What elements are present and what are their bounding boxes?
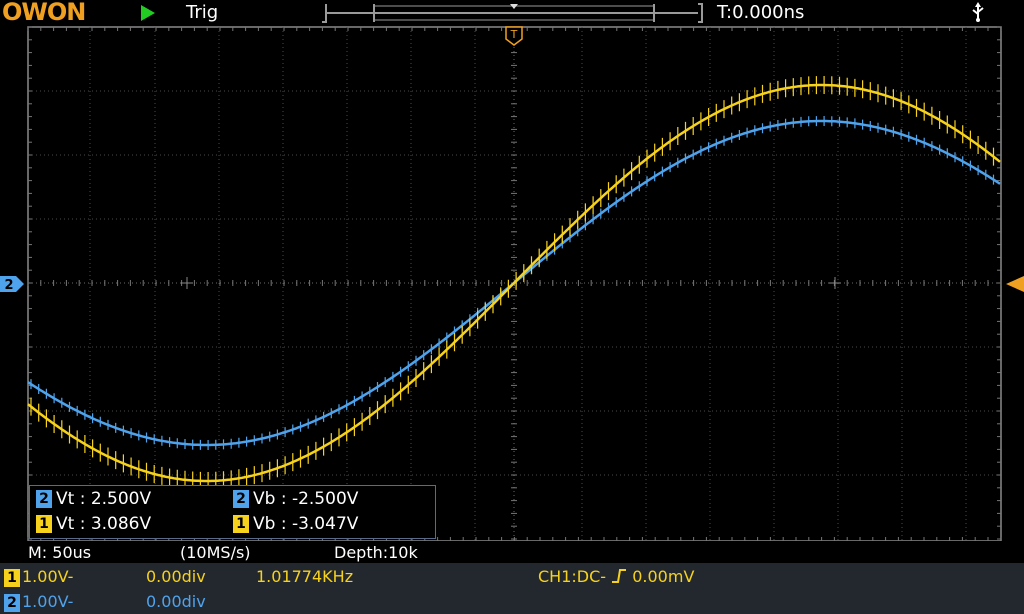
ch1-waveform (27, 83, 1001, 483)
ch1-vb-value: Vb : -3.047V (253, 514, 359, 534)
ch1-vt-row: 1 Vt : 3.086V (36, 512, 151, 536)
ch2-scale: 1.00V- (22, 592, 74, 611)
rising-edge-icon (612, 569, 627, 583)
ch2-badge: 2 (4, 594, 20, 612)
waveform-display[interactable] (0, 0, 1024, 541)
ch1-scale: 1.00V- (22, 567, 74, 586)
trigger-settings[interactable]: CH1:DC- 0.00mV (538, 567, 694, 586)
ch1-info-row[interactable]: 1 1.00V- (4, 567, 73, 587)
sample-rate-value: (10MS/s) (180, 543, 251, 562)
acquisition-status-bar: M: 50us (10MS/s) Depth:10k (0, 541, 1024, 563)
ch2-vb-row: 2 Vb : -2.500V (233, 487, 358, 511)
ch1-badge: 1 (233, 515, 249, 533)
timebase-value[interactable]: M: 50us (28, 543, 91, 562)
trigger-level-marker[interactable] (1004, 276, 1024, 292)
trigger-marker-label: T (510, 28, 518, 41)
cursor-measurement-panel: 2 Vt : 2.500V 2 Vb : -2.500V 1 Vt : 3.08… (29, 485, 436, 539)
ch2-vb-value: Vb : -2.500V (253, 489, 359, 509)
trigger-source-coupling: CH1:DC- (538, 567, 607, 586)
ch1-offset: 0.00div (146, 567, 206, 586)
ch2-badge: 2 (233, 490, 249, 508)
trigger-level-value: 0.00mV (632, 567, 695, 586)
trigger-position-marker[interactable]: T (505, 26, 523, 46)
ch2-info-row[interactable]: 2 1.00V- (4, 592, 73, 612)
ch2-ground-marker[interactable]: 2 (0, 276, 26, 292)
memory-depth-value[interactable]: Depth:10k (334, 543, 418, 562)
ch1-vt-value: Vt : 3.086V (56, 514, 152, 534)
ch1-badge: 1 (4, 569, 20, 587)
ch1-frequency: 1.01774KHz (256, 567, 354, 586)
ch1-badge: 1 (36, 515, 52, 533)
channel-info-panel: 1 1.00V- 0.00div 1.01774KHz CH1:DC- 0.00m… (0, 563, 1024, 614)
ch2-vt-row: 2 Vt : 2.500V (36, 487, 151, 511)
ch2-marker-label: 2 (4, 278, 13, 292)
ch2-vt-value: Vt : 2.500V (56, 489, 152, 509)
ch1-vb-row: 1 Vb : -3.047V (233, 512, 358, 536)
ch2-badge: 2 (36, 490, 52, 508)
ch2-offset: 0.00div (146, 592, 206, 611)
